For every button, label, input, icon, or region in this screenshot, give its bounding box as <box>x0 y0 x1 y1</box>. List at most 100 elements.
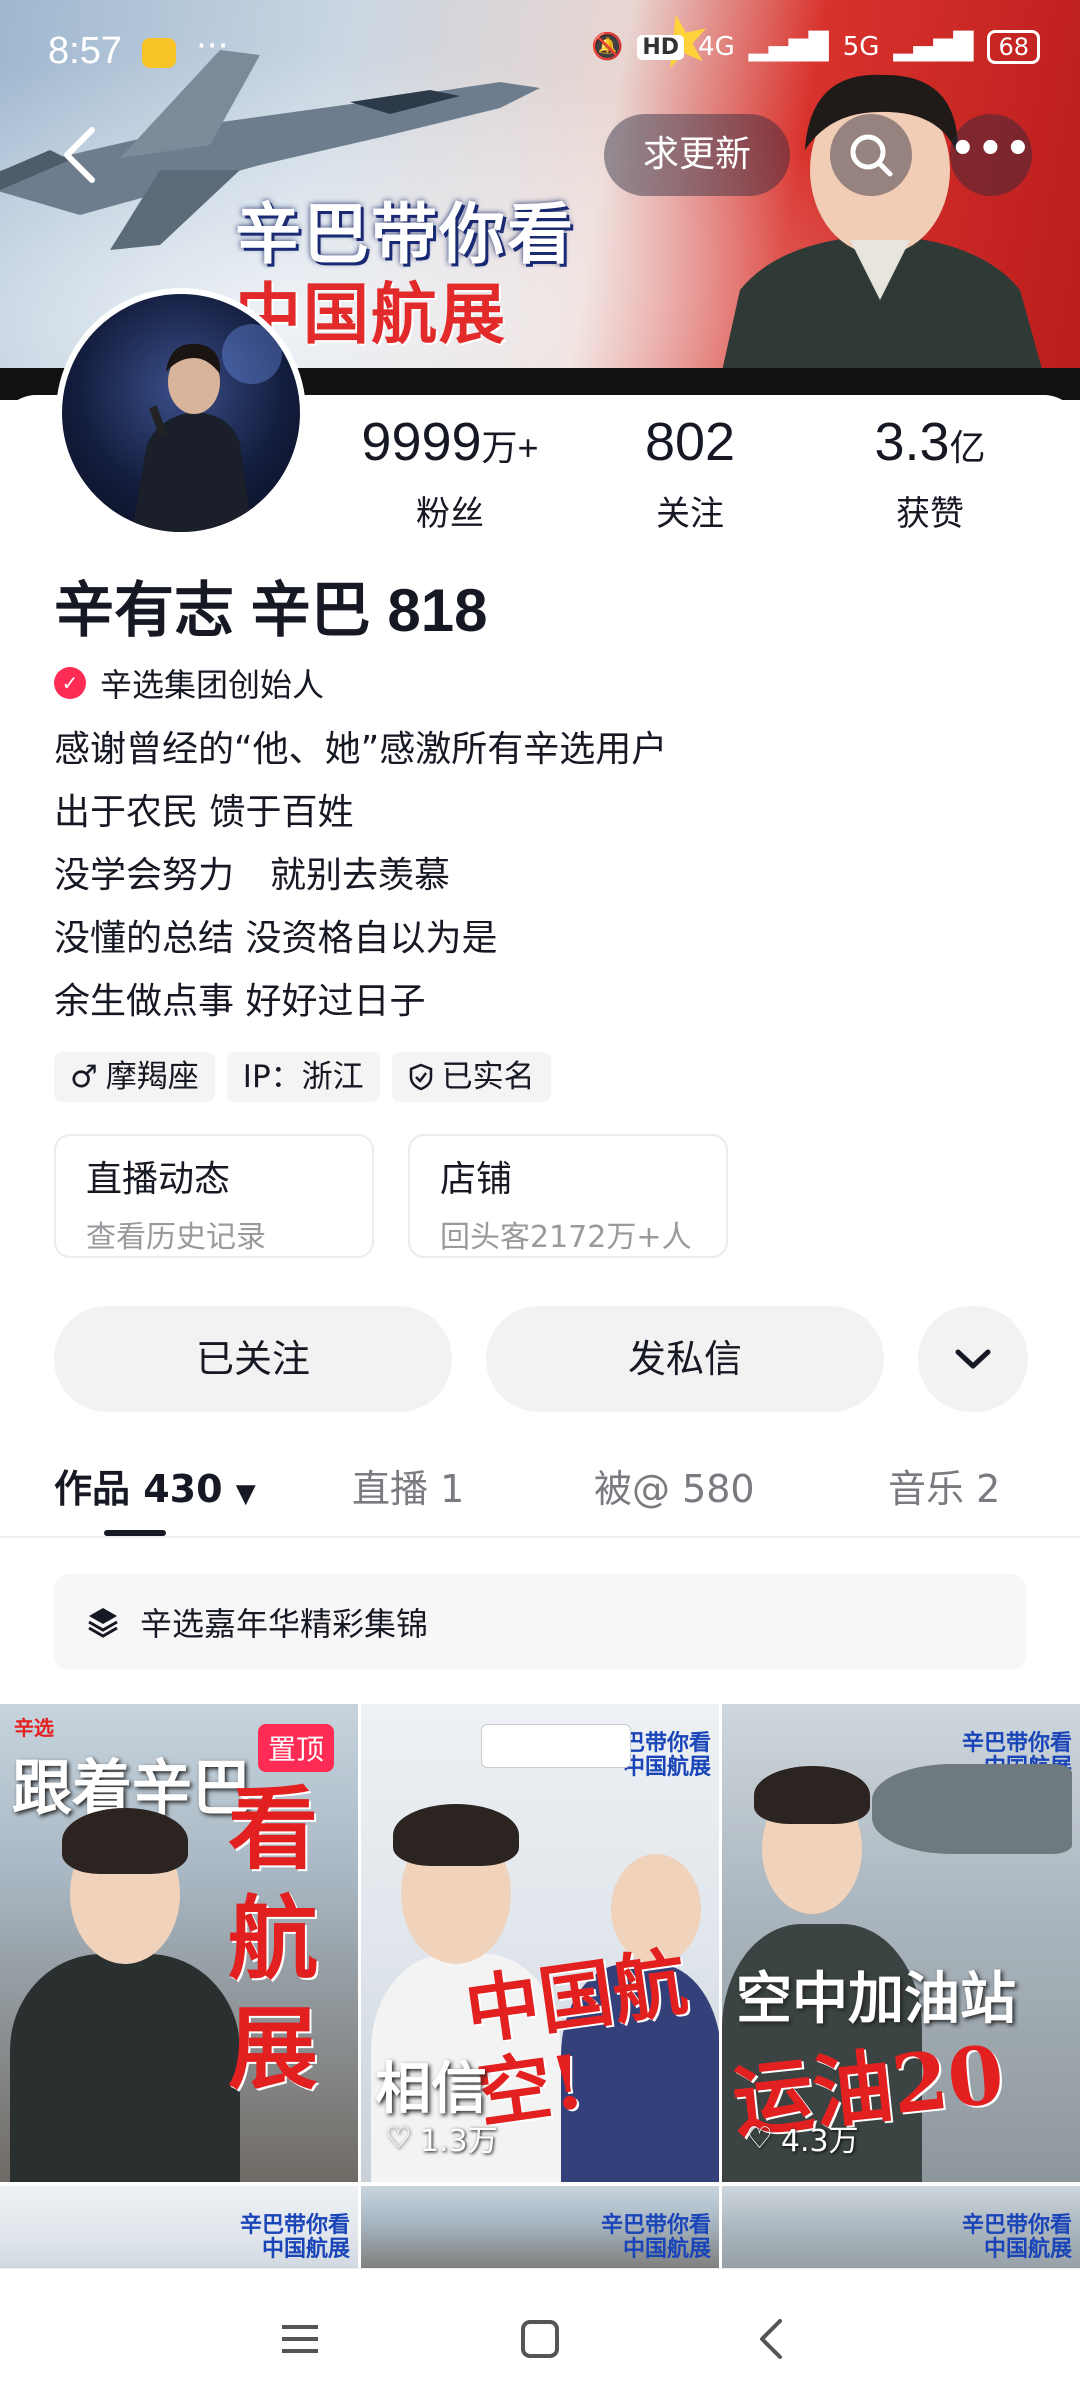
profile-stats: 9999万+ 粉丝 802 关注 3.3亿 获赞 <box>330 410 1050 535</box>
bio-line: 没懂的总结 没资格自以为是 <box>54 918 498 959</box>
video-card[interactable]: 辛巴带你看 中国航展 空中加油站 运油20 ♡ 4.3万 <box>722 1704 1080 2182</box>
video-card[interactable]: 辛选 跟着辛巴 看航展 置顶 <box>0 1704 358 2182</box>
system-nav-bar <box>0 2268 1080 2400</box>
menu-icon[interactable] <box>270 2309 330 2369</box>
request-update-button[interactable]: 求更新 <box>604 114 790 196</box>
collection-banner[interactable]: 辛选嘉年华精彩集锦 <box>54 1574 1026 1670</box>
shop-card[interactable]: 店铺 回头客2172万+人 <box>408 1134 728 1258</box>
bio-line: 没学会努力 就别去羡慕 <box>54 855 451 896</box>
status-time: 8:57 <box>48 30 122 72</box>
tag-verified-label: 已实名 <box>441 1059 535 1095</box>
bio-line: 出于农民 馈于百姓 <box>54 792 354 833</box>
video-thumb-hair <box>393 1804 519 1866</box>
signal-icon: ▂▄▆█ <box>748 32 829 62</box>
live-history-subtitle: 查看历史记录 <box>86 1220 266 1255</box>
network-4g: 4G <box>698 32 735 62</box>
tab-music[interactable]: 音乐 2 <box>888 1458 1000 1513</box>
triangle-down-icon: ▼ <box>235 1479 256 1509</box>
home-icon[interactable] <box>510 2309 570 2369</box>
video-likes: ♡ 1.3万 <box>385 2116 498 2160</box>
likes-label: 获赞 <box>896 494 964 534</box>
shield-icon <box>409 1063 432 1091</box>
bio-line: 余生做点事 好好过日子 <box>54 981 426 1022</box>
more-dots-icon: ••• <box>950 126 1033 172</box>
tab-mentions[interactable]: 被@ 580 <box>594 1458 755 1513</box>
video-card[interactable]: 辛巴带你看 中国航展 中国航空! 相信 ♡ 1.3万 <box>361 1704 719 2182</box>
tag-ip: IP：浙江 <box>226 1052 380 1102</box>
brand-logo: 辛选 <box>14 1716 54 1740</box>
heart-icon: ♡ <box>385 2120 412 2156</box>
live-history-card[interactable]: 直播动态 查看历史记录 <box>54 1134 374 1258</box>
battery-indicator: 68 <box>987 30 1040 64</box>
profile-bio: 感谢曾经的“他、她”感激所有辛选用户 出于农民 馈于百姓 没学会努力 就别去羡慕… <box>54 718 667 1033</box>
stat-following[interactable]: 802 关注 <box>570 410 810 535</box>
verification-text: 辛选集团创始人 <box>100 666 325 704</box>
bio-line: 感谢曾经的“他、她”感激所有辛选用户 <box>54 729 668 770</box>
video-overlay-main: 中国航空! <box>460 1939 693 2139</box>
verification-row: ✓ 辛选集团创始人 <box>54 660 324 706</box>
following-label: 关注 <box>656 494 724 534</box>
network-5g: 5G <box>842 32 880 62</box>
active-tab-indicator <box>104 1530 166 1536</box>
tab-works[interactable]: 作品 430 ▼ <box>54 1458 256 1513</box>
video-overlay-main: 看航展 <box>228 1776 318 2102</box>
followers-unit: 万+ <box>481 427 539 468</box>
status-bar: 8:57 ··· 🔕 HD 4G ▂▄▆█ 5G ▂▄▆█ 68 <box>0 0 1080 104</box>
video-thumb-person <box>10 1954 240 2182</box>
tab-works-label: 作品 430 <box>54 1467 223 1511</box>
air-conditioner <box>481 1724 631 1768</box>
collection-label: 辛选嘉年华精彩集锦 <box>140 1605 429 1643</box>
profile-actions: 已关注 发私信 <box>54 1306 1028 1412</box>
banner-title-line1: 辛巴带你看 <box>235 196 575 273</box>
live-history-title: 直播动态 <box>86 1159 231 1200</box>
tag-verified: 已实名 <box>391 1052 551 1102</box>
brand-corner: 辛巴带你看 中国航展 <box>239 2213 350 2262</box>
shop-title: 店铺 <box>440 1159 513 1200</box>
banner-title: 辛巴带你看 中国航展 <box>235 195 575 355</box>
search-button[interactable] <box>830 114 912 196</box>
video-likes-count: 4.3万 <box>780 2124 859 2159</box>
more-button[interactable]: ••• <box>950 114 1032 196</box>
expand-button[interactable] <box>918 1306 1028 1412</box>
brand-corner: 辛巴带你看 中国航展 <box>600 2213 711 2262</box>
tag-ip-label: IP：浙江 <box>242 1059 364 1095</box>
video-likes: ♡ 4.3万 <box>746 2116 859 2160</box>
brand-corner: 辛巴带你看 中国航展 <box>961 2213 1072 2262</box>
hd-badge: HD <box>637 34 685 60</box>
avatar[interactable] <box>56 288 306 538</box>
back-nav-icon[interactable] <box>742 2309 802 2369</box>
layers-icon <box>88 1608 118 1638</box>
profile-name: 辛有志 辛巴 818 <box>54 577 488 644</box>
content-tabs: 作品 430 ▼ 直播 1 被@ 580 音乐 2 <box>0 1418 1080 1538</box>
tab-live[interactable]: 直播 1 <box>352 1458 464 1513</box>
verified-check-icon: ✓ <box>54 667 86 699</box>
banner-title-line2: 中国航展 <box>235 276 507 353</box>
pinned-badge: 置顶 <box>258 1724 335 1772</box>
tag-zodiac: ♂ 摩羯座 <box>54 1052 215 1102</box>
stat-likes[interactable]: 3.3亿 获赞 <box>810 410 1050 535</box>
tag-zodiac-label: 摩羯座 <box>105 1059 199 1095</box>
notification-app-icon <box>142 38 176 68</box>
video-likes-count: 1.3万 <box>419 2124 498 2159</box>
back-icon[interactable] <box>52 120 112 190</box>
mute-bell-icon: 🔕 <box>591 32 624 62</box>
status-right: 🔕 HD 4G ▂▄▆█ 5G ▂▄▆█ 68 <box>591 30 1040 64</box>
stat-followers[interactable]: 9999万+ 粉丝 <box>330 410 570 535</box>
signal-icon-2: ▂▄▆█ <box>893 32 974 62</box>
video-grid: 辛选 跟着辛巴 看航展 置顶 辛巴带你看 中国航展 中国航空! 相信 ♡ 1.3… <box>0 1704 1080 2286</box>
more-notifications-icon: ··· <box>196 26 229 66</box>
message-button[interactable]: 发私信 <box>486 1306 884 1412</box>
video-thumb-hair <box>62 1808 188 1874</box>
chevron-down-icon <box>955 1349 991 1369</box>
video-thumb-hair <box>754 1766 870 1824</box>
avatar-image <box>132 324 282 532</box>
followers-count: 9999 <box>361 412 482 472</box>
search-icon <box>850 134 893 177</box>
aircraft-background <box>872 1764 1072 1854</box>
shop-subtitle: 回头客2172万+人 <box>440 1220 692 1255</box>
info-cards: 直播动态 查看历史记录 店铺 回头客2172万+人 <box>54 1134 728 1258</box>
video-overlay-top: 相信 <box>375 2057 487 2122</box>
following-count: 802 <box>644 412 736 472</box>
likes-count: 3.3 <box>874 412 950 472</box>
followed-button[interactable]: 已关注 <box>54 1306 452 1412</box>
